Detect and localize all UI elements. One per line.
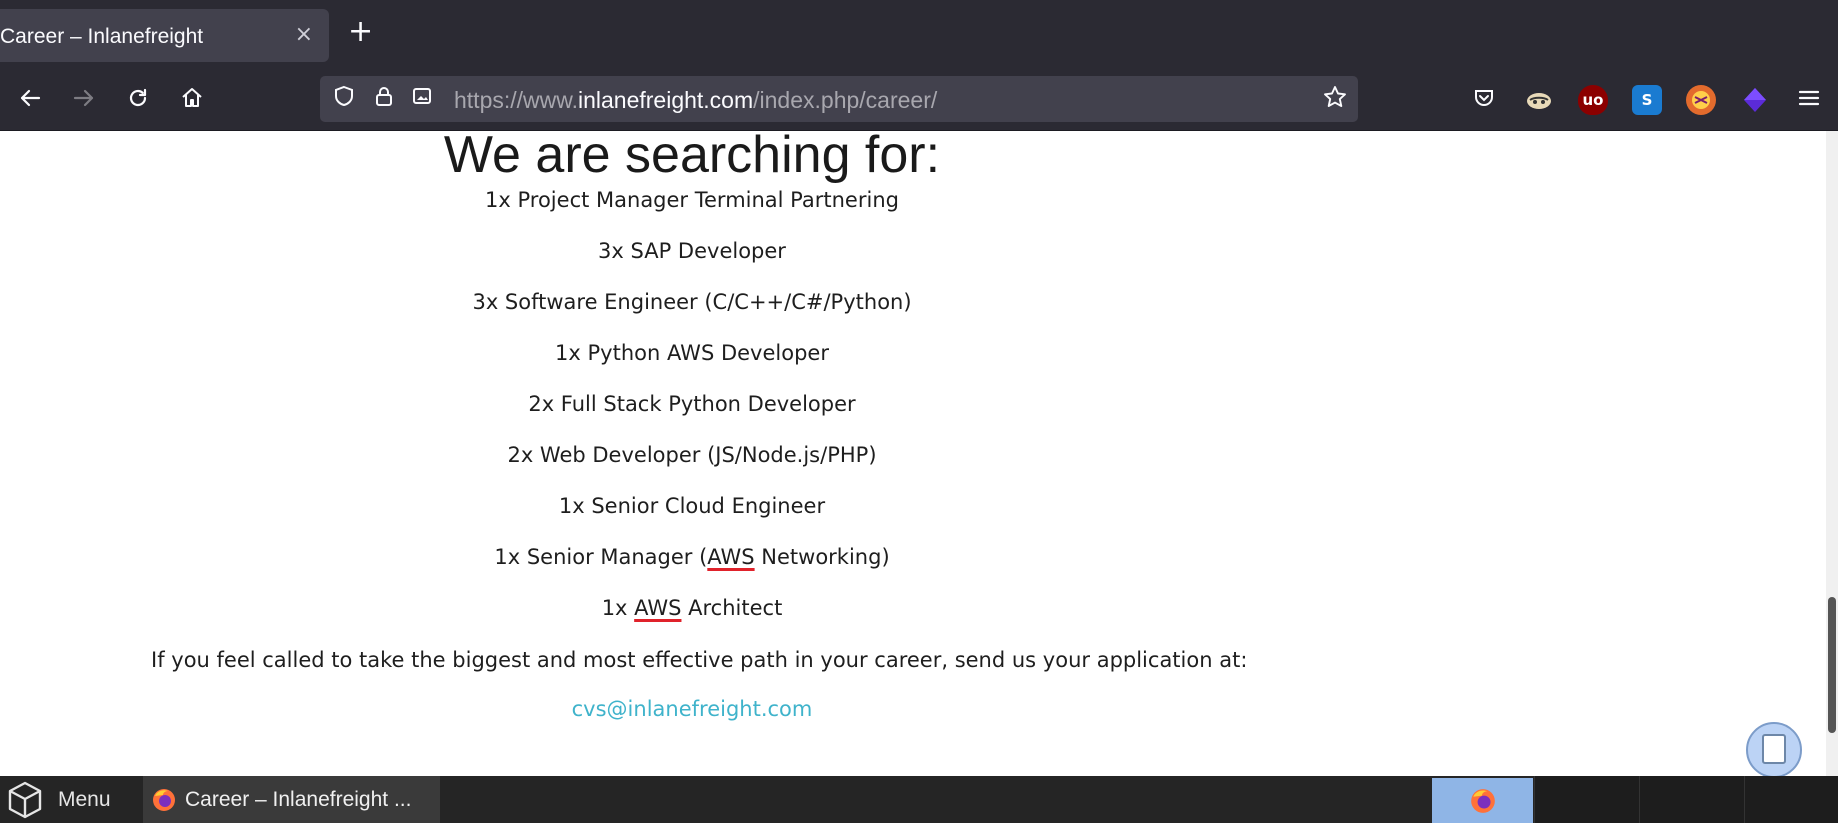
workspace-2[interactable] (1639, 776, 1744, 823)
page-heading: We are searching for: (443, 131, 941, 184)
address-bar[interactable]: https://www.inlanefreight.com/index.php/… (320, 76, 1358, 122)
job-text-after: Architect (681, 596, 783, 620)
clipboard-sheet (1762, 734, 1786, 764)
purple-cube-icon[interactable] (1740, 85, 1770, 115)
firefox-icon (1469, 787, 1497, 819)
call-to-action-text: If you feel called to take the biggest a… (151, 648, 1248, 672)
job-item: 3x SAP Developer (0, 239, 1384, 263)
url-domain: inlanefreight.com (577, 87, 754, 113)
shield-icon[interactable] (330, 84, 358, 112)
job-flag: AWS (634, 596, 682, 620)
pocket-icon[interactable] (1469, 85, 1499, 115)
forward-icon[interactable] (67, 85, 101, 119)
job-text: 2x Web Developer (JS/Node.js/PHP) (507, 443, 877, 467)
reload-icon[interactable] (121, 85, 155, 119)
job-text: 1x (601, 596, 635, 620)
job-item: 1x Senior Manager (AWS Networking) (0, 545, 1384, 569)
firefox-icon (151, 787, 177, 817)
new-tab-button[interactable]: + (348, 17, 373, 47)
workspace-1[interactable] (1534, 776, 1639, 823)
job-text: 3x Software Engineer (C/C++/C#/Python) (472, 290, 912, 314)
ublock-icon[interactable]: uo (1578, 85, 1608, 115)
menu-icon[interactable] (1794, 85, 1824, 115)
job-text: 3x SAP Developer (598, 239, 786, 263)
close-tab-icon[interactable]: × (295, 22, 313, 47)
cube-logo-icon (4, 779, 46, 825)
taskbar-window-firefox[interactable]: Career – Inlanefreight ... (143, 776, 440, 823)
job-item: 3x Software Engineer (C/C++/C#/Python) (0, 290, 1384, 314)
taskbar-window-label: Career – Inlanefreight ... (185, 788, 412, 811)
page-scrollbar[interactable] (1826, 131, 1838, 776)
image-permission-icon[interactable] (408, 84, 436, 112)
s-extension-icon[interactable]: S (1632, 85, 1662, 115)
email-link[interactable]: cvs@inlanefreight.com (0, 697, 1384, 721)
tab-strip: Career – Inlanefreight × + (0, 0, 1838, 74)
job-item: 2x Full Stack Python Developer (0, 392, 1384, 416)
job-text: 1x Python AWS Developer (555, 341, 829, 365)
job-item: 2x Web Developer (JS/Node.js/PHP) (0, 443, 1384, 467)
job-text: 2x Full Stack Python Developer (528, 392, 856, 416)
job-text: 1x Project Manager Terminal Partnering (485, 188, 899, 212)
job-item: 1x Python AWS Developer (0, 341, 1384, 365)
job-text: 1x Senior Manager ( (494, 545, 708, 569)
job-item: 1x AWS Architect (0, 596, 1384, 620)
job-flag: AWS (707, 545, 755, 569)
page-content: We are searching for: 1x Project Manager… (0, 131, 1826, 776)
hacker-extension-icon[interactable] (1524, 85, 1554, 115)
home-icon[interactable] (175, 85, 209, 119)
back-icon[interactable] (13, 85, 47, 119)
scrollbar-thumb[interactable] (1828, 597, 1836, 733)
job-text: 1x Senior Cloud Engineer (558, 494, 826, 518)
star-icon[interactable] (1322, 84, 1348, 116)
job-item: 1x Project Manager Terminal Partnering (0, 188, 1384, 212)
workspace-3[interactable] (1744, 776, 1838, 823)
firefox-ext-icon[interactable] (1686, 85, 1716, 115)
url-path: /index.php/career/ (753, 87, 938, 113)
taskbar: Menu Career – Inlanefreight ... (0, 776, 1838, 823)
menu-label: Menu (58, 788, 111, 811)
tab-career[interactable]: Career – Inlanefreight × (0, 9, 329, 62)
url-text[interactable]: https://www.inlanefreight.com/index.php/… (454, 87, 937, 114)
clipboard-icon[interactable] (1746, 722, 1802, 778)
start-menu-button[interactable]: Menu (0, 776, 140, 823)
navigation-toolbar: https://www.inlanefreight.com/index.php/… (0, 74, 1838, 131)
tray-firefox-button[interactable] (1432, 778, 1533, 823)
job-text-after: Networking) (754, 545, 890, 569)
tab-title: Career – Inlanefreight (0, 25, 204, 48)
lock-icon[interactable] (370, 84, 398, 112)
url-prefix: https://www. (454, 87, 578, 113)
job-item: 1x Senior Cloud Engineer (0, 494, 1384, 518)
